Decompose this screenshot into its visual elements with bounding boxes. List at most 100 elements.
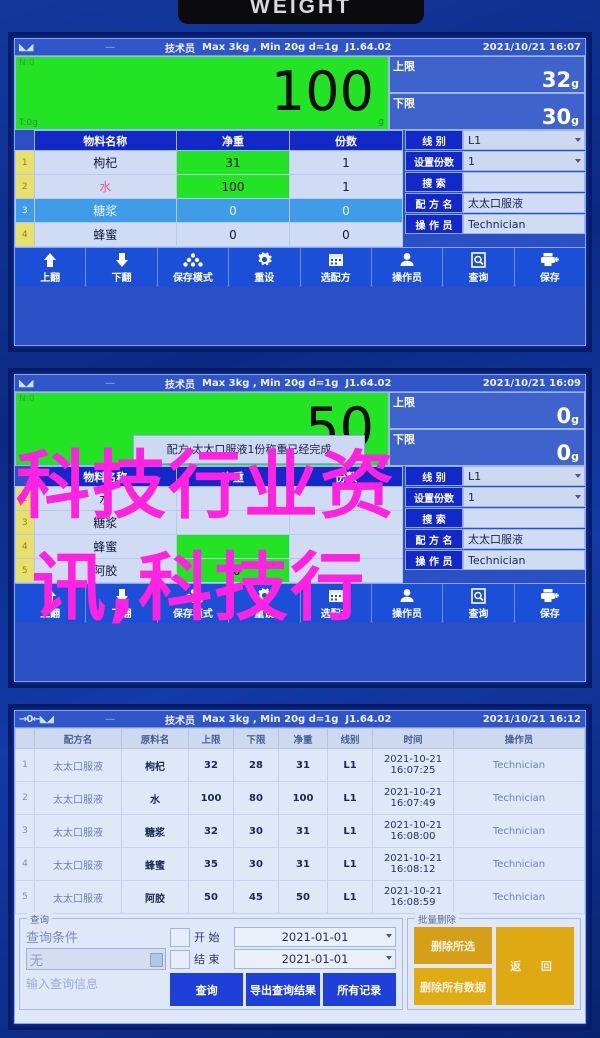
row-index: 4 (15, 847, 35, 881)
end-date-input[interactable]: 2021-01-01 (234, 949, 396, 969)
toolbar-button-reset-2[interactable]: 重设 (229, 584, 301, 623)
table-row[interactable]: 4 蜂蜜 (15, 534, 403, 559)
table-row[interactable]: 4 蜂蜜 0 0 (15, 222, 403, 247)
dropdown-box-icon[interactable] (150, 953, 163, 967)
chevron-down-icon[interactable] (575, 495, 581, 499)
toolbar-button-select-recipe-2[interactable]: 选配方 (301, 584, 372, 623)
chevron-down-icon[interactable] (386, 956, 392, 960)
field-operator-2[interactable]: 操 作 员 Technician (405, 550, 585, 570)
table-row[interactable]: 4 太太口服液 蜂蜜 35 30 31 L1 2021-10-21 16:08:1… (15, 847, 585, 881)
lower-limit-box-1[interactable]: 下限 30g (389, 93, 585, 130)
field-portions-1[interactable]: 设置份数 1 (405, 151, 585, 171)
lower-limit-label-1: 下限 (393, 97, 415, 110)
records-table: 配方名 原料名 上限 下限 净重 线别 时间 操作员 1 太太口服液 枸杞 32… (15, 728, 585, 914)
table-row[interactable]: 2 太太口服液 水 100 80 100 L1 2021-10-21 16:07:… (15, 781, 585, 815)
end-date-checkbox[interactable] (170, 949, 190, 969)
cell-lower: 80 (233, 781, 279, 815)
table-row[interactable]: 1 枸杞 31 1 (15, 150, 403, 175)
table-row[interactable]: 2 水 100 1 (15, 174, 403, 199)
start-date-row: 开 始 2021-01-01 (170, 927, 396, 947)
field-portions-2[interactable]: 设置份数 1 (405, 487, 585, 507)
field-panel-2: 线 别 L1 设置份数 1 搜 索 配 方 名 太太口服液 操 作 员 Tech… (403, 466, 585, 583)
operator-value-2: Technician (468, 553, 526, 567)
arrow-down-icon (114, 251, 130, 268)
field-line-1[interactable]: 线 别 L1 (405, 130, 585, 150)
col-time: 时间 (372, 728, 454, 749)
toolbar-button-select-recipe-1[interactable]: 选配方 (301, 248, 372, 287)
field-value-portions-1[interactable]: 1 (463, 151, 585, 171)
upper-limit-box-1[interactable]: 上限 32g (389, 56, 585, 93)
delete-all-button[interactable]: 删除所有数据 (414, 968, 492, 1005)
start-date-value: 2021-01-01 (281, 930, 349, 944)
device-top-bezel: WEIGHT (0, 0, 600, 30)
export-results-button[interactable]: 导出查询结果 (246, 973, 320, 1006)
cell-lower: 28 (233, 748, 279, 782)
search-input-1[interactable] (463, 172, 585, 192)
field-label-line-1: 线 别 (405, 130, 463, 150)
toolbar-button-page-down-2[interactable]: 下翻 (86, 584, 158, 623)
start-date-input[interactable]: 2021-01-01 (234, 927, 396, 947)
field-search-1[interactable]: 搜 索 (405, 172, 585, 192)
status-bar-2: ◣◢ — 技术员 Max 3kg , Min 20g d=1g J1.64.02… (15, 375, 585, 392)
toolbar-button-query-1[interactable]: 查询 (443, 248, 515, 287)
toolbar-button-save-mode-1[interactable]: 保存模式 (158, 248, 230, 287)
field-operator-1[interactable]: 操 作 员 Technician (405, 214, 585, 234)
query-button[interactable]: 查询 (170, 973, 244, 1006)
table-row[interactable]: 5 阿胶 50 (15, 558, 403, 583)
cell-material: 糖浆 (33, 198, 177, 223)
stability-icon-1: ◣◢ (19, 41, 33, 53)
cell-material: 蜂蜜 (33, 222, 177, 247)
field-line-2[interactable]: 线 别 L1 (405, 466, 585, 486)
field-recipe-1[interactable]: 配 方 名 太太口服液 (405, 193, 585, 213)
row-index: 5 (15, 880, 35, 914)
toolbar-button-query-2[interactable]: 查询 (443, 584, 515, 623)
chevron-down-icon[interactable] (575, 138, 581, 142)
chevron-down-icon[interactable] (386, 934, 392, 938)
chevron-down-icon[interactable] (575, 159, 581, 163)
table-row[interactable]: 3 糖浆 (15, 510, 403, 535)
toolbar-label: 保存模式 (172, 609, 213, 620)
table-row[interactable]: 2 水 (15, 486, 403, 511)
toolbar-label: 重设 (254, 609, 275, 620)
device-brand-badge: WEIGHT (178, 0, 424, 24)
query-input-placeholder[interactable]: 输入查询信息 (26, 975, 166, 992)
chevron-down-icon[interactable] (575, 474, 581, 478)
cell-material: 蜂蜜 (121, 847, 189, 881)
portions-value-2: 1 (468, 490, 475, 504)
table-row[interactable]: 3 太太口服液 糖浆 32 30 31 L1 2021-10-21 16:08:0… (15, 814, 585, 848)
status-bar-3: →0←◣◢ — 技术员 Max 3kg , Min 20g d=1g J1.64… (15, 711, 585, 728)
back-button[interactable]: 返 回 (496, 927, 574, 1005)
toolbar-button-operator-2[interactable]: 操作员 (372, 584, 444, 623)
cell-portions: 0 (289, 198, 403, 223)
toolbar-button-page-down-1[interactable]: 下翻 (86, 248, 158, 287)
toolbar-button-save-mode-2[interactable]: 保存模式 (158, 584, 230, 623)
upper-limit-box-2[interactable]: 上限 0g (389, 392, 585, 429)
table-row[interactable]: 1 太太口服液 枸杞 32 28 31 L1 2021-10-21 16:07:2… (15, 748, 585, 782)
cell-weight: 50 (176, 558, 290, 583)
completion-dialog[interactable]: 配方:太太口服液1份称重已经完成 (133, 435, 365, 464)
toolbar-button-operator-1[interactable]: 操作员 (372, 248, 444, 287)
field-label-operator-1: 操 作 员 (405, 214, 463, 234)
toolbar-button-page-up-1[interactable]: 上翻 (15, 248, 87, 287)
table-row[interactable]: 5 太太口服液 阿胶 50 45 50 L1 2021-10-21 16:08:5… (15, 880, 585, 914)
field-value-line-2[interactable]: L1 (463, 466, 585, 486)
query-condition-select[interactable]: 无 (26, 948, 166, 970)
search-input-2[interactable] (463, 508, 585, 528)
delete-selected-button[interactable]: 删除所选 (414, 927, 492, 964)
cell-recipe: 太太口服液 (34, 847, 122, 881)
cell-datetime: 2021-10-21 16:07:25 (372, 748, 454, 782)
toolbar-button-save-2[interactable]: 保存 (515, 584, 585, 623)
toolbar-button-page-up-2[interactable]: 上翻 (15, 584, 87, 623)
start-date-checkbox[interactable] (170, 927, 190, 947)
lower-limit-box-2[interactable]: 下限 0g (389, 429, 585, 466)
table-row[interactable]: 3 糖浆 0 0 (15, 198, 403, 223)
field-recipe-2[interactable]: 配 方 名 太太口服液 (405, 529, 585, 549)
field-search-2[interactable]: 搜 索 (405, 508, 585, 528)
weight-display-1[interactable]: N:0 T:0g 100 g (15, 56, 389, 130)
field-value-portions-2[interactable]: 1 (463, 487, 585, 507)
toolbar-button-reset-1[interactable]: 重设 (229, 248, 301, 287)
cell-line: L1 (327, 847, 373, 881)
field-value-line-1[interactable]: L1 (463, 130, 585, 150)
toolbar-button-save-1[interactable]: 保存 (515, 248, 585, 287)
all-records-button[interactable]: 所有记录 (322, 973, 396, 1006)
